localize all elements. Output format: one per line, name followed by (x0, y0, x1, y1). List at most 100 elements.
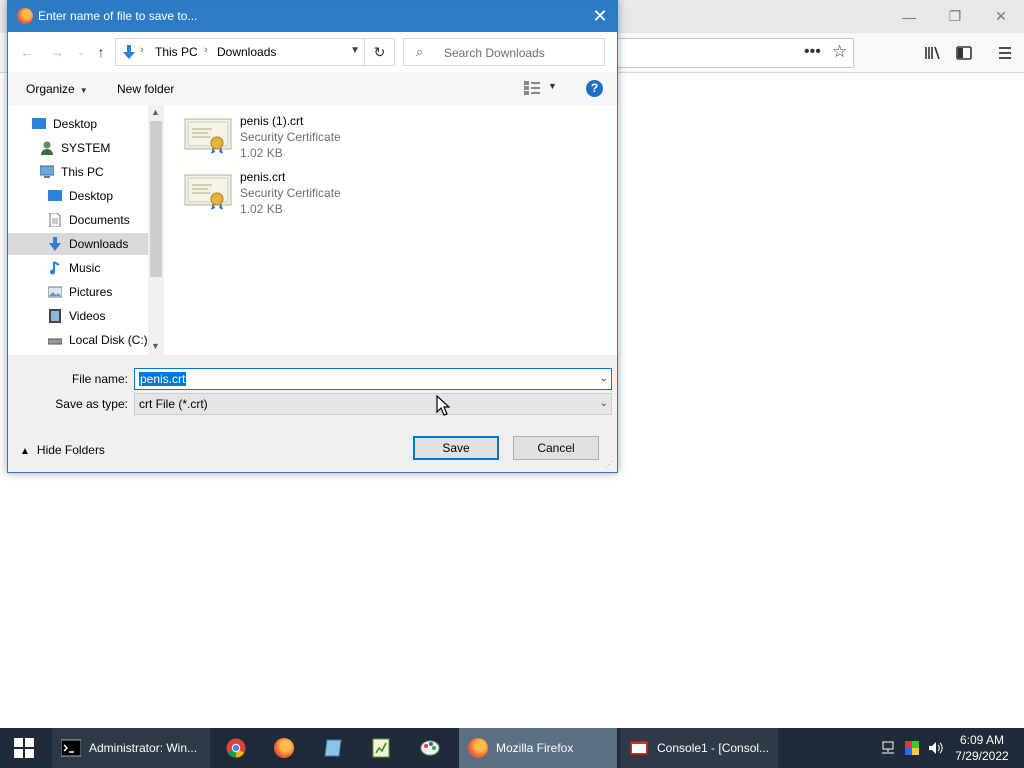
taskbar-item-cmd[interactable]: Administrator: Win... (52, 728, 210, 768)
taskbar: Administrator: Win... Mozilla Firefox Co… (0, 728, 1024, 768)
navigation-pane: Desktop SYSTEM This PC Desktop Documents… (8, 105, 164, 355)
nav-item-desktop[interactable]: Desktop (8, 113, 148, 135)
file-list: penis (1).crt Security Certificate 1.02 … (164, 105, 617, 355)
scrollbar-thumb[interactable] (150, 121, 162, 277)
file-item[interactable]: penis.crt Security Certificate 1.02 KB (184, 167, 384, 217)
taskbar-item-label: Console1 - [Consol... (657, 741, 770, 755)
file-name: penis (1).crt (240, 114, 304, 128)
user-icon (41, 141, 53, 155)
breadcrumb-separator: › (204, 44, 208, 56)
chevron-down-icon[interactable]: ⌄ (600, 373, 608, 384)
close-icon[interactable]: ✕ (589, 5, 611, 27)
address-bar[interactable]: › This PC › Downloads ▼ (115, 38, 365, 66)
notepad-icon (324, 739, 342, 757)
resize-grip-icon[interactable]: ⋰ (605, 460, 615, 470)
network-icon[interactable] (880, 740, 896, 756)
save-type-label: Save as type: (55, 397, 128, 411)
page-actions-icon[interactable]: ••• (804, 43, 821, 61)
search-input[interactable]: ⌕ Search Downloads (403, 38, 605, 66)
file-item[interactable]: penis (1).crt Security Certificate 1.02 … (184, 111, 384, 161)
nav-item-label: This PC (61, 165, 104, 179)
breadcrumb-downloads[interactable]: Downloads (217, 45, 276, 59)
file-name: penis.crt (240, 170, 286, 184)
firefox-icon (468, 738, 488, 758)
taskbar-item-console[interactable]: Console1 - [Consol... (620, 728, 778, 768)
system-tray (878, 739, 948, 757)
volume-icon[interactable] (928, 740, 944, 756)
save-options-panel: File name: penis.crt ⌄ Save as type: crt… (8, 355, 617, 472)
nav-item-desktop-sub[interactable]: Desktop (8, 185, 148, 207)
save-type-select[interactable]: crt File (*.crt) ⌄ (134, 393, 612, 415)
nav-item-label: Documents (69, 213, 130, 227)
chevron-down-icon[interactable]: ▼ (548, 81, 557, 91)
taskbar-app-firefox[interactable] (260, 728, 308, 768)
taskbar-app-notepad[interactable] (309, 728, 357, 768)
forward-icon[interactable]: → (48, 43, 66, 61)
restore-icon[interactable]: ❐ (932, 0, 978, 33)
nav-item-videos[interactable]: Videos (8, 305, 148, 327)
dialog-titlebar: Enter name of file to save to... ✕ (8, 1, 617, 32)
scroll-up-icon[interactable]: ▲ (151, 107, 160, 117)
nav-item-local-disk[interactable]: Local Disk (C:) (8, 329, 148, 351)
nav-item-label: Desktop (53, 117, 98, 131)
recent-locations-icon[interactable]: ⌄ (72, 43, 90, 61)
organize-button[interactable]: Organize ▼ (26, 82, 88, 96)
pictures-icon (48, 286, 62, 298)
sidebar-icon[interactable] (954, 43, 974, 63)
nav-item-label: SYSTEM (61, 141, 111, 155)
taskbar-item-label: Administrator: Win... (89, 741, 198, 755)
taskbar-item-firefox[interactable]: Mozilla Firefox (459, 728, 617, 768)
chrome-icon (226, 738, 246, 758)
close-icon[interactable]: ✕ (978, 0, 1024, 33)
mouse-cursor-icon (436, 395, 450, 416)
refresh-icon[interactable]: ↻ (365, 38, 395, 66)
nav-item-documents[interactable]: Documents (8, 209, 148, 231)
bookmark-star-icon[interactable]: ☆ (832, 42, 847, 62)
view-options-icon[interactable] (524, 81, 540, 95)
new-folder-button[interactable]: New folder (117, 82, 174, 96)
breadcrumb-this-pc[interactable]: This PC (155, 45, 198, 59)
display-icon[interactable] (904, 740, 920, 756)
back-icon[interactable]: ← (18, 43, 36, 61)
library-icon[interactable] (922, 43, 942, 63)
videos-icon (49, 309, 61, 323)
up-icon[interactable]: ↑ (92, 43, 110, 61)
cancel-button[interactable]: Cancel (513, 436, 599, 460)
hide-folders-label: Hide Folders (36, 443, 105, 457)
file-name-value: penis.crt (139, 372, 187, 386)
minimize-icon[interactable]: — (886, 0, 932, 33)
file-name-field[interactable]: penis.crt ⌄ (134, 368, 612, 390)
nav-item-this-pc[interactable]: This PC (8, 161, 148, 183)
file-type: Security Certificate (240, 186, 341, 200)
dialog-title: Enter name of file to save to... (38, 9, 198, 23)
file-type: Security Certificate (240, 130, 341, 144)
start-button[interactable] (0, 728, 48, 768)
nav-item-label: Local Disk (C:) (69, 333, 148, 347)
nav-item-pictures[interactable]: Pictures (8, 281, 148, 303)
nav-item-music[interactable]: Music (8, 257, 148, 279)
nav-item-label: Videos (69, 309, 106, 323)
nav-item-label: Pictures (69, 285, 113, 299)
scroll-down-icon[interactable]: ▼ (151, 341, 160, 351)
downloads-icon (123, 45, 135, 59)
nav-item-label: Downloads (69, 237, 129, 251)
chevron-up-icon: ▲ (20, 446, 30, 457)
save-button[interactable]: Save (413, 436, 499, 460)
certificate-icon (184, 118, 232, 154)
command-bar: Organize ▼ New folder ▼ ? (8, 72, 617, 105)
taskbar-app-chrome[interactable] (212, 728, 260, 768)
search-icon: ⌕ (416, 44, 424, 59)
nav-pane-scrollbar[interactable]: ▲ ▼ (148, 105, 164, 355)
chevron-down-icon[interactable]: ▼ (350, 45, 360, 56)
taskbar-clock[interactable]: 6:09 AM 7/29/2022 (950, 732, 1014, 764)
menu-icon[interactable] (995, 43, 1015, 63)
chevron-down-icon: ⌄ (599, 398, 608, 409)
nav-item-system[interactable]: SYSTEM (8, 137, 148, 159)
taskbar-app-paint[interactable] (406, 728, 454, 768)
hide-folders-button[interactable]: ▲ Hide Folders (20, 443, 105, 457)
nav-item-downloads[interactable]: Downloads (8, 233, 148, 255)
taskbar-app-editor[interactable] (357, 728, 405, 768)
windows-logo-icon (14, 738, 34, 758)
help-icon[interactable]: ? (586, 80, 603, 97)
firefox-icon (274, 738, 294, 758)
